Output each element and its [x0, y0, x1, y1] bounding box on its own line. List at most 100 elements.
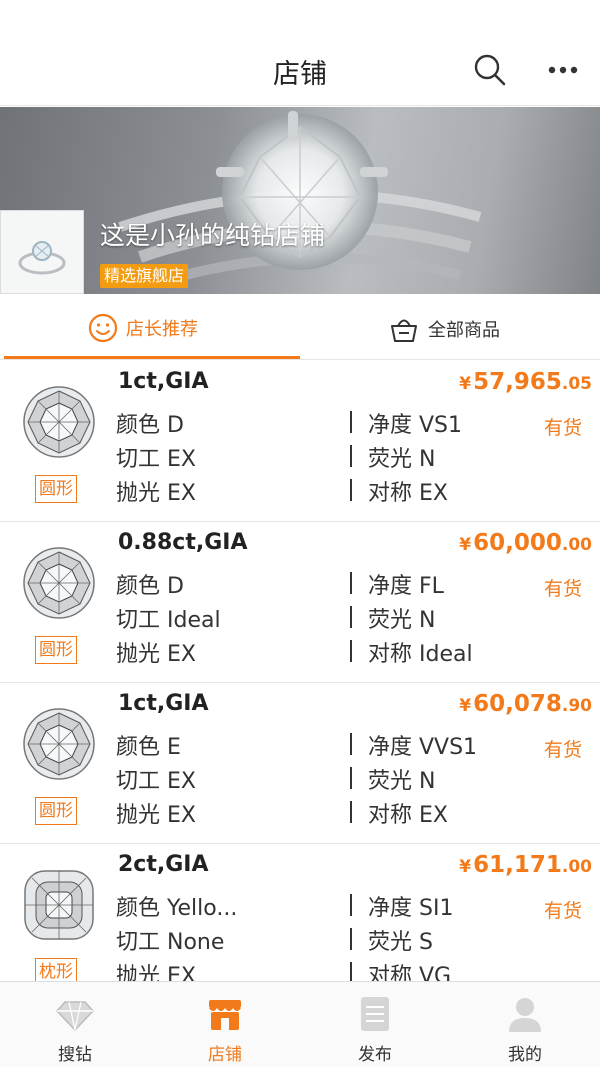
spec-clarity: 净度 FL: [368, 574, 444, 599]
spec-cut: 切工 None: [116, 930, 225, 955]
store-icon: [209, 1000, 241, 1030]
nav-label: 店铺: [208, 1045, 242, 1065]
spec-fluorescence: 荧光 N: [368, 769, 436, 794]
tab-recommended-label: 店长推荐: [126, 319, 198, 340]
price-decimal: .00: [561, 857, 592, 877]
divider: [350, 640, 352, 662]
nav-store[interactable]: 店铺: [150, 982, 300, 1067]
more-icon: [548, 66, 578, 74]
spec-cut: 切工 Ideal: [116, 608, 221, 633]
search-button[interactable]: [470, 50, 510, 90]
shop-banner: [0, 107, 600, 294]
spec-color: 颜色 E: [116, 735, 181, 760]
product-row[interactable]: 圆形 1ct,GIA ¥57,965.05 颜色 D 净度 VS1 有货 切工 …: [0, 361, 600, 522]
diamond-icon: [56, 1001, 94, 1031]
stock-status: 有货: [544, 417, 583, 439]
tab-all-products-label: 全部商品: [428, 320, 500, 341]
shape-tag: 枕形: [35, 958, 77, 981]
shop-logo[interactable]: [0, 210, 84, 294]
price-integer: 60,078: [473, 691, 562, 717]
product-title: 1ct,GIA: [118, 369, 209, 394]
nav-me[interactable]: 我的: [450, 982, 600, 1067]
product-title: 1ct,GIA: [118, 691, 209, 716]
spec-cut: 切工 EX: [116, 769, 196, 794]
divider: [350, 733, 352, 755]
price-currency: ¥: [459, 696, 472, 716]
nav-label: 我的: [508, 1045, 542, 1065]
spec-symmetry: 对称 EX: [368, 481, 448, 506]
tab-all-products[interactable]: 全部商品: [300, 295, 600, 360]
ring-banner-image: [118, 111, 482, 287]
divider: [350, 962, 352, 981]
shop-name: 这是小孙的纯钻店铺: [100, 221, 326, 250]
spec-color: 颜色 D: [116, 574, 184, 599]
divider: [350, 411, 352, 433]
divider: [350, 479, 352, 501]
product-title: 2ct,GIA: [118, 852, 209, 877]
tab-bar: 店长推荐 全部商品: [0, 295, 600, 360]
divider: [350, 894, 352, 916]
nav-label: 发布: [358, 1045, 392, 1065]
product-row[interactable]: 圆形 0.88ct,GIA ¥60,000.00 颜色 D 净度 FL 有货 切…: [0, 522, 600, 683]
spec-polish: 抛光 EX: [116, 481, 196, 506]
round-diamond-icon: [23, 386, 95, 458]
cushion-diamond-icon: [24, 870, 94, 940]
price-decimal: .90: [561, 696, 592, 716]
spec-polish: 抛光 EX: [116, 803, 196, 828]
shape-tag: 圆形: [35, 797, 77, 825]
search-icon: [474, 54, 506, 86]
spec-cut: 切工 EX: [116, 447, 196, 472]
price-decimal: .05: [561, 374, 592, 394]
spec-fluorescence: 荧光 S: [368, 930, 433, 955]
spec-symmetry: 对称 Ideal: [368, 642, 473, 667]
nav-search-diamond[interactable]: 搜钻: [0, 982, 150, 1067]
divider: [350, 445, 352, 467]
more-button[interactable]: [540, 52, 586, 88]
spec-clarity: 净度 VVS1: [368, 735, 478, 760]
divider: [350, 767, 352, 789]
stock-status: 有货: [544, 739, 583, 761]
price-integer: 57,965: [473, 369, 562, 395]
spec-clarity: 净度 VS1: [368, 413, 463, 438]
top-bar: 店铺: [0, 0, 600, 106]
spec-polish: 抛光 EX: [116, 964, 196, 981]
price-integer: 61,171: [473, 852, 562, 878]
basket-icon: [391, 319, 417, 342]
divider: [350, 928, 352, 950]
spec-color: 颜色 Yello...: [116, 896, 238, 921]
divider: [350, 606, 352, 628]
smile-icon: [88, 313, 118, 343]
spec-fluorescence: 荧光 N: [368, 608, 436, 633]
stock-status: 有货: [544, 900, 583, 922]
product-row[interactable]: 圆形 1ct,GIA ¥60,078.90 颜色 E 净度 VVS1 有货 切工…: [0, 683, 600, 844]
price-currency: ¥: [459, 374, 472, 394]
document-icon: [361, 997, 389, 1031]
spec-symmetry: 对称 VG: [368, 964, 452, 981]
active-tab-indicator: [4, 356, 300, 359]
price-decimal: .00: [561, 535, 592, 555]
tab-recommended[interactable]: 店长推荐: [0, 295, 300, 360]
person-icon: [509, 998, 541, 1032]
round-diamond-icon: [23, 547, 95, 619]
price-currency: ¥: [459, 535, 472, 555]
product-row[interactable]: 枕形 2ct,GIA ¥61,171.00 颜色 Yello... 净度 SI1…: [0, 844, 600, 981]
product-title: 0.88ct,GIA: [118, 530, 248, 555]
product-price: ¥60,000.00: [459, 530, 592, 556]
spec-clarity: 净度 SI1: [368, 896, 454, 921]
price-currency: ¥: [459, 857, 472, 877]
spec-fluorescence: 荧光 N: [368, 447, 436, 472]
nav-label: 搜钻: [58, 1045, 92, 1065]
nav-publish[interactable]: 发布: [300, 982, 450, 1067]
divider: [350, 801, 352, 823]
product-price: ¥60,078.90: [459, 691, 592, 717]
spec-symmetry: 对称 EX: [368, 803, 448, 828]
spec-polish: 抛光 EX: [116, 642, 196, 667]
bottom-nav: 搜钻 店铺 发布 我的: [0, 981, 600, 1067]
spec-color: 颜色 D: [116, 413, 184, 438]
product-list: 圆形 1ct,GIA ¥57,965.05 颜色 D 净度 VS1 有货 切工 …: [0, 361, 600, 981]
stock-status: 有货: [544, 578, 583, 600]
ring-logo-image: [18, 241, 66, 275]
shape-tag: 圆形: [35, 636, 77, 664]
product-price: ¥57,965.05: [459, 369, 592, 395]
price-integer: 60,000: [473, 530, 562, 556]
